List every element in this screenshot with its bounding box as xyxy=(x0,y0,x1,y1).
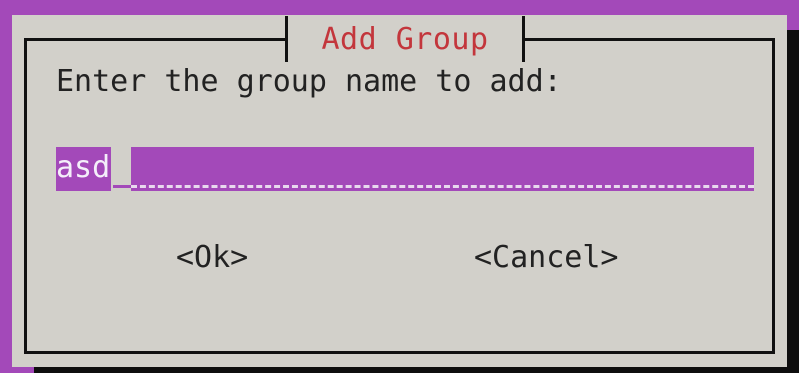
input-fill[interactable] xyxy=(131,147,754,191)
group-name-input[interactable]: asd xyxy=(56,147,754,191)
dialog-title-box: Add Group xyxy=(285,16,525,62)
input-cursor xyxy=(111,147,132,191)
prompt-label: Enter the group name to add: xyxy=(56,64,562,99)
ok-button[interactable]: <Ok> xyxy=(176,240,248,275)
dialog-shadow-bottom xyxy=(34,367,799,373)
cancel-button[interactable]: <Cancel> xyxy=(474,240,619,275)
group-name-input-value[interactable]: asd xyxy=(56,147,112,191)
dialog-title: Add Group xyxy=(321,22,489,57)
dialog-shadow-right xyxy=(787,30,799,373)
